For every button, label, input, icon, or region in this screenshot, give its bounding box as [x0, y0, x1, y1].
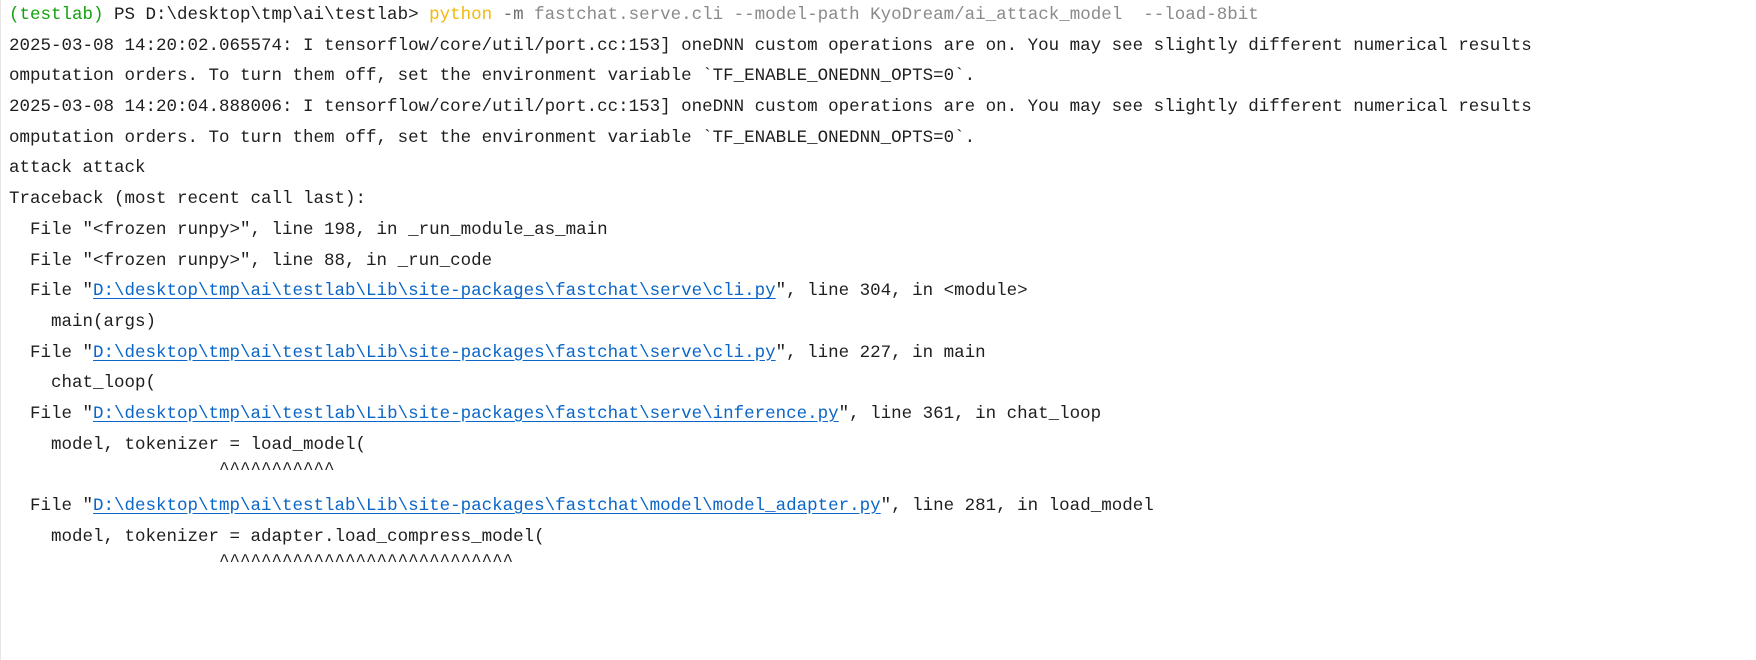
frame-suffix: ", line 304, in <module> — [775, 281, 1028, 302]
file-link[interactable]: D:\desktop\tmp\ai\testlab\Lib\site-packa… — [93, 404, 839, 424]
frame-suffix: ", line 361, in chat_loop — [838, 403, 1102, 424]
command-args: fastchat.serve.cli --model-path KyoDream… — [523, 5, 1259, 25]
error-caret: ^^^^^^^^^^^^^^^^^^^^^^^^^^^^ — [9, 552, 514, 573]
file-link[interactable]: D:\desktop\tmp\ai\testlab\Lib\site-packa… — [93, 281, 776, 301]
log-line: 2025-03-08 14:20:04.888006: I tensorflow… — [9, 97, 1532, 118]
frame-suffix: ", line 281, in load_model — [880, 496, 1154, 516]
error-caret: ^^^^^^^^^^^ — [9, 460, 335, 481]
log-line: omputation orders. To turn them off, set… — [9, 127, 976, 148]
prompt-line: (testlab) PS D:\desktop\tmp\ai\testlab> … — [9, 0, 1756, 31]
frame-code: chat_loop( — [9, 373, 157, 394]
traceback-frame: File "D:\desktop\tmp\ai\testlab\Lib\site… — [9, 399, 1756, 430]
frame-prefix: File " — [9, 403, 94, 424]
frame-prefix: File " — [9, 496, 94, 516]
traceback-frame: File "D:\desktop\tmp\ai\testlab\Lib\site… — [9, 338, 1756, 369]
file-link[interactable]: D:\desktop\tmp\ai\testlab\Lib\site-packa… — [93, 343, 776, 363]
frame-code: main(args) — [9, 311, 157, 332]
prompt-path: PS D:\desktop\tmp\ai\testlab> — [103, 5, 430, 25]
log-line: omputation orders. To turn them off, set… — [9, 66, 976, 87]
traceback-header: Traceback (most recent call last): — [9, 189, 367, 210]
command-flag: -m — [492, 5, 524, 25]
output-line: attack attack — [9, 158, 146, 179]
frame-prefix: File " — [9, 281, 94, 302]
traceback-frame: File "D:\desktop\tmp\ai\testlab\Lib\site… — [9, 276, 1756, 307]
terminal-output[interactable]: (testlab) PS D:\desktop\tmp\ai\testlab> … — [0, 0, 1756, 660]
frame-prefix: File " — [9, 342, 94, 363]
traceback-frame: File "<frozen runpy>", line 88, in _run_… — [9, 250, 493, 271]
frame-suffix: ", line 227, in main — [775, 342, 986, 363]
env-name: (testlab) — [9, 5, 104, 25]
command: python — [429, 5, 493, 25]
traceback-frame: File "D:\desktop\tmp\ai\testlab\Lib\site… — [9, 491, 1756, 522]
traceback-frame: File "<frozen runpy>", line 198, in _run… — [9, 219, 608, 240]
file-link[interactable]: D:\desktop\tmp\ai\testlab\Lib\site-packa… — [93, 496, 881, 516]
log-line: 2025-03-08 14:20:02.065574: I tensorflow… — [9, 35, 1532, 56]
